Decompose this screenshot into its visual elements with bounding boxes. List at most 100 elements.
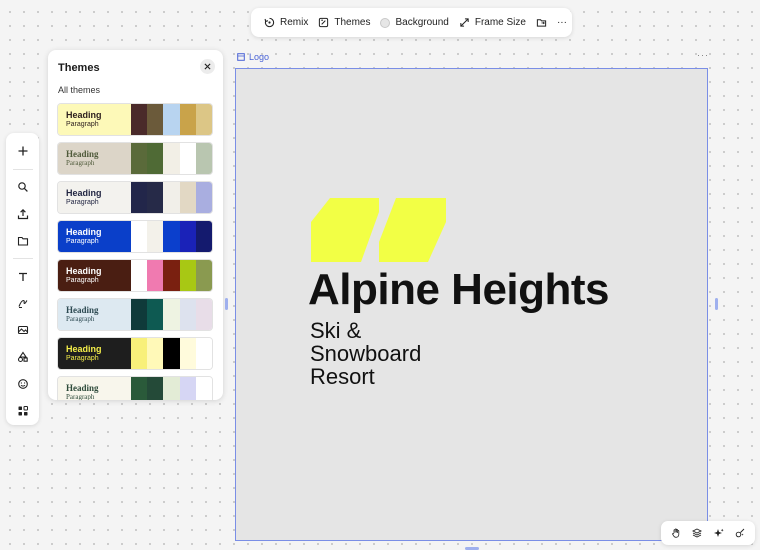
theme-card[interactable]: Heading Paragraph — [57, 142, 213, 175]
theme-color-swatch — [163, 377, 180, 400]
quote-mark-logo-graphic[interactable] — [311, 198, 447, 262]
rail-divider — [12, 168, 33, 170]
theme-color-swatch — [195, 182, 212, 213]
logo-subtitle[interactable]: Ski & Snowboard Resort — [310, 319, 421, 388]
theme-card[interactable]: Heading Paragraph — [57, 181, 213, 214]
hand-tool-button[interactable] — [667, 524, 685, 542]
emoji-button[interactable] — [10, 371, 36, 396]
theme-heading-sample: Heading — [66, 344, 102, 354]
image-button[interactable] — [10, 318, 36, 343]
logo-title[interactable]: Alpine Heights — [308, 265, 610, 315]
resize-handle-right[interactable] — [715, 298, 718, 310]
themes-icon — [319, 17, 329, 28]
logo-subtitle-line: Resort — [310, 364, 375, 389]
move-to-folder-button[interactable] — [531, 12, 552, 34]
frame-size-button[interactable]: Frame Size — [454, 12, 531, 34]
theme-color-swatch — [179, 221, 196, 252]
theme-color-swatch — [163, 221, 180, 252]
background-button[interactable]: Background — [375, 12, 453, 34]
folder-button[interactable] — [10, 228, 36, 253]
theme-card-preview: Heading Paragraph — [58, 299, 131, 330]
remix-icon — [264, 17, 275, 28]
frame-label[interactable]: Logo — [237, 52, 269, 62]
remix-label: Remix — [280, 17, 309, 28]
theme-color-swatch — [179, 182, 196, 213]
shapes-button[interactable] — [10, 345, 36, 370]
apps-icon — [18, 405, 28, 416]
panel-subtitle: All themes — [58, 85, 101, 95]
theme-color-swatch — [179, 299, 196, 330]
remix-button[interactable]: Remix — [259, 12, 313, 34]
theme-color-swatch — [131, 299, 148, 330]
theme-heading-sample: Heading — [66, 110, 102, 120]
theme-color-swatch — [179, 338, 196, 369]
text-icon — [18, 272, 27, 281]
shapes-icon — [17, 351, 28, 363]
theme-color-swatch — [131, 221, 148, 252]
theme-paragraph-sample: Paragraph — [66, 199, 99, 206]
draw-button[interactable] — [10, 291, 36, 316]
theme-paragraph-sample: Paragraph — [66, 121, 99, 128]
theme-card-preview: Heading Paragraph — [58, 338, 131, 369]
magic-button[interactable] — [731, 524, 749, 542]
apps-button[interactable] — [10, 398, 36, 423]
theme-color-swatch — [147, 143, 164, 174]
theme-paragraph-sample: Paragraph — [66, 355, 99, 362]
theme-card[interactable]: Heading Paragraph — [57, 103, 213, 136]
theme-color-swatch — [163, 104, 180, 135]
theme-color-swatch — [163, 338, 180, 369]
search-icon — [17, 182, 28, 193]
theme-color-swatch — [163, 143, 180, 174]
theme-color-swatch — [147, 104, 164, 135]
theme-card[interactable]: Heading Paragraph — [57, 298, 213, 331]
frame-more-button[interactable]: ··· — [697, 50, 709, 60]
theme-card-preview: Heading Paragraph — [58, 104, 131, 135]
theme-paragraph-sample: Paragraph — [66, 277, 99, 284]
bottom-toolbar — [661, 521, 755, 545]
theme-color-swatch — [131, 182, 148, 213]
text-button[interactable] — [10, 264, 36, 289]
add-icon — [18, 146, 27, 156]
themes-label: Themes — [334, 17, 371, 28]
theme-color-swatch — [195, 338, 212, 369]
theme-color-swatch — [195, 377, 212, 400]
resize-handle-left[interactable] — [225, 298, 228, 310]
frame-icon — [237, 53, 245, 61]
theme-color-swatch — [195, 260, 212, 291]
theme-card[interactable]: Heading Paragraph — [57, 376, 213, 400]
logo-subtitle-line: Ski & — [310, 318, 362, 343]
theme-color-swatch — [195, 221, 212, 252]
theme-card[interactable]: Heading Paragraph — [57, 337, 213, 370]
theme-color-swatch — [131, 143, 148, 174]
layers-icon — [692, 528, 703, 538]
theme-paragraph-sample: Paragraph — [66, 393, 95, 400]
theme-heading-sample: Heading — [66, 188, 102, 198]
more-button[interactable]: ··· — [552, 12, 572, 34]
theme-color-swatch — [131, 104, 148, 135]
theme-card[interactable]: Heading Paragraph — [57, 259, 213, 292]
theme-color-swatch — [131, 338, 148, 369]
theme-color-swatch — [179, 143, 196, 174]
ai-sparkle-button[interactable] — [710, 524, 728, 542]
theme-card-preview: Heading Paragraph — [58, 260, 131, 291]
add-button[interactable] — [10, 139, 36, 164]
panel-title: Themes — [58, 62, 100, 74]
theme-heading-sample: Heading — [66, 149, 99, 159]
quote-shape-left — [311, 198, 379, 262]
close-button[interactable] — [200, 59, 215, 74]
theme-heading-sample: Heading — [66, 383, 99, 393]
upload-icon — [17, 208, 28, 220]
upload-button[interactable] — [10, 202, 36, 227]
hand-icon — [671, 528, 679, 538]
search-button[interactable] — [10, 175, 36, 200]
left-tool-rail — [6, 133, 39, 425]
theme-color-swatch — [147, 182, 164, 213]
layers-button[interactable] — [688, 524, 706, 542]
theme-paragraph-sample: Paragraph — [66, 238, 99, 245]
theme-color-swatch — [195, 299, 212, 330]
background-label: Background — [395, 17, 449, 28]
theme-card[interactable]: Heading Paragraph — [57, 220, 213, 253]
theme-color-swatch — [147, 260, 164, 291]
theme-color-swatch — [163, 182, 180, 213]
themes-button[interactable]: Themes — [313, 12, 375, 34]
